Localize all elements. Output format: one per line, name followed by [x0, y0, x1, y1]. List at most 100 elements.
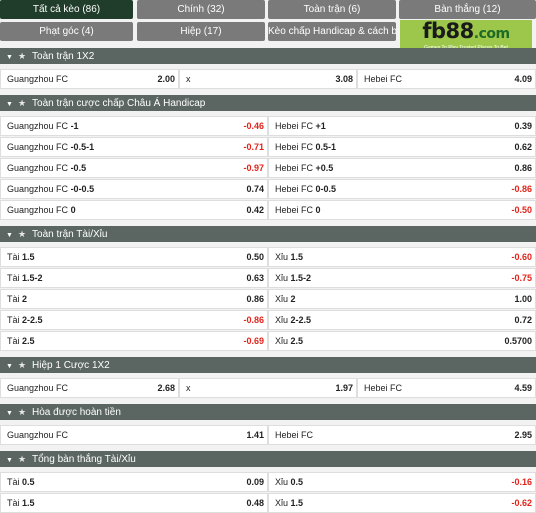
odds-cell[interactable]: Guangzhou FC -0.5-1 -0.71: [0, 137, 268, 157]
selection-name: Xỉu: [275, 477, 289, 487]
collapse-caret-icon[interactable]: ▼: [6, 232, 13, 239]
selection-name: Tài: [7, 498, 20, 508]
favorite-star-icon[interactable]: ★: [18, 360, 26, 370]
odds-value: -0.46: [243, 121, 264, 131]
selection-name: x: [186, 74, 191, 84]
odds-cell[interactable]: Guangzhou FC 0 0.42: [0, 200, 268, 220]
odds-cell[interactable]: Guangzhou FC -0-0.5 0.74: [0, 179, 268, 199]
tab-handicap-margin[interactable]: Kèo chấp Handicap & cách biệt (5): [268, 22, 396, 41]
odds-cell[interactable]: Tài 2-2.5 -0.86: [0, 310, 268, 330]
odds-cell[interactable]: Guangzhou FC -1 -0.46: [0, 116, 268, 136]
odds-row: Tài 2-2.5 -0.86 Xỉu 2-2.5 0.72: [0, 310, 536, 330]
favorite-star-icon[interactable]: ★: [18, 51, 26, 61]
odds-cell[interactable]: Hebei FC 0-0.5 -0.86: [268, 179, 536, 199]
market-section-header[interactable]: ▼ ★ Toàn trận Tài/Xỉu: [0, 226, 536, 242]
odds-cell[interactable]: Tài 1.5-2 0.63: [0, 268, 268, 288]
selection-name: Hebei FC: [275, 205, 314, 215]
logo-brand: fb88.com: [422, 19, 510, 43]
selection-label: Hebei FC: [275, 426, 313, 444]
collapse-caret-icon[interactable]: ▼: [6, 101, 13, 108]
selection-name: Guangzhou FC: [7, 74, 69, 84]
odds-cell[interactable]: Tài 0.5 0.09: [0, 472, 268, 492]
odds-cell[interactable]: Xỉu 2-2.5 0.72: [268, 310, 536, 330]
tab-corners[interactable]: Phạt góc (4): [0, 22, 133, 41]
odds-cell[interactable]: Tài 1.5 0.50: [0, 247, 268, 267]
odds-cell[interactable]: Guangzhou FC 1.41: [0, 425, 268, 445]
selection-name: Xỉu: [275, 252, 289, 262]
odds-cell[interactable]: Guangzhou FC 2.68: [0, 378, 179, 398]
selection-label: Xỉu 2: [275, 290, 296, 308]
market-section-header[interactable]: ▼ ★ Hòa được hoàn tiền: [0, 404, 536, 420]
selection-label: Tài 2-2.5: [7, 311, 43, 329]
odds-cell[interactable]: Xỉu 1.5-2 -0.75: [268, 268, 536, 288]
odds-value: -0.50: [511, 205, 532, 215]
odds-cell[interactable]: Guangzhou FC -0.5 -0.97: [0, 158, 268, 178]
selection-name: Tài: [7, 294, 20, 304]
selection-name: Xỉu: [275, 336, 289, 346]
odds-cell[interactable]: Xỉu 2.5 0.5700: [268, 331, 536, 351]
tab-all-markets[interactable]: Tất cả kèo (86): [0, 0, 133, 19]
market-section-title: Tổng bàn thắng Tài/Xỉu: [32, 454, 136, 465]
odds-cell[interactable]: x 1.97: [179, 378, 357, 398]
favorite-star-icon[interactable]: ★: [18, 407, 26, 417]
selection-name: Xỉu: [275, 315, 289, 325]
selection-label: Guangzhou FC: [7, 70, 68, 88]
odds-cell[interactable]: Hebei FC 0 -0.50: [268, 200, 536, 220]
odds-cell[interactable]: Xỉu 1.5 -0.62: [268, 493, 536, 513]
odds-cell[interactable]: Tài 2 0.86: [0, 289, 268, 309]
handicap-line: 2.5: [22, 336, 35, 346]
odds-cell[interactable]: Xỉu 2 1.00: [268, 289, 536, 309]
odds-value: 0.48: [246, 498, 264, 508]
fb88-logo[interactable]: fb88.com Games To Play Trusted Places To…: [400, 19, 532, 51]
collapse-caret-icon[interactable]: ▼: [6, 410, 13, 417]
favorite-star-icon[interactable]: ★: [18, 454, 26, 464]
odds-cell[interactable]: Hebei FC 0.5-1 0.62: [268, 137, 536, 157]
odds-cell[interactable]: Hebei FC +0.5 0.86: [268, 158, 536, 178]
favorite-star-icon[interactable]: ★: [18, 98, 26, 108]
selection-name: Tài: [7, 336, 20, 346]
odds-value: 2.68: [157, 383, 175, 393]
selection-name: Guangzhou FC: [7, 383, 69, 393]
tab-full-time[interactable]: Toàn trận (6): [268, 0, 396, 19]
handicap-line: 1.5-2: [290, 273, 312, 283]
collapse-caret-icon[interactable]: ▼: [6, 54, 13, 61]
odds-cell[interactable]: Tài 1.5 0.48: [0, 493, 268, 513]
collapse-caret-icon[interactable]: ▼: [6, 363, 13, 370]
market-section-title: Toàn trận 1X2: [32, 51, 95, 62]
tab-goals[interactable]: Bàn thắng (12): [399, 0, 536, 19]
market-section: ▼ ★ Hiệp 1 Cược 1X2 Guangzhou FC 2.68 x 1.97 He…: [0, 357, 536, 398]
odds-value: -0.86: [243, 315, 264, 325]
market-section-header[interactable]: ▼ ★ Toàn trận 1X2: [0, 48, 536, 64]
odds-value: 0.74: [246, 184, 264, 194]
odds-cell[interactable]: Guangzhou FC 2.00: [0, 69, 179, 89]
odds-cell[interactable]: Tài 2.5 -0.69: [0, 331, 268, 351]
handicap-line: 2-2.5: [22, 315, 43, 325]
handicap-line: 0: [315, 205, 321, 215]
odds-cell[interactable]: Xỉu 0.5 -0.16: [268, 472, 536, 492]
odds-cell[interactable]: Hebei FC 4.59: [357, 378, 536, 398]
selection-name: Hebei FC: [364, 383, 403, 393]
odds-value: -0.97: [243, 163, 264, 173]
favorite-star-icon[interactable]: ★: [18, 229, 26, 239]
odds-value: -0.86: [511, 184, 532, 194]
handicap-line: +0.5: [315, 163, 334, 173]
market-section-header[interactable]: ▼ ★ Toàn trận cược chấp Châu Á Handicap: [0, 95, 536, 111]
selection-name: Guangzhou FC: [7, 430, 69, 440]
odds-value: 1.00: [514, 294, 532, 304]
tab-main[interactable]: Chính (32): [137, 0, 265, 19]
market-section: ▼ ★ Hòa được hoàn tiền Guangzhou FC 1.41 Hebe…: [0, 404, 536, 445]
odds-value: 1.41: [246, 430, 264, 440]
market-section-header[interactable]: ▼ ★ Hiệp 1 Cược 1X2: [0, 357, 536, 373]
odds-cell[interactable]: x 3.08: [179, 69, 357, 89]
handicap-line: 1.5: [290, 498, 304, 508]
collapse-caret-icon[interactable]: ▼: [6, 457, 13, 464]
odds-value: 0.86: [246, 294, 264, 304]
handicap-line: -0-0.5: [70, 184, 95, 194]
odds-cell[interactable]: Hebei FC +1 0.39: [268, 116, 536, 136]
tab-halves[interactable]: Hiệp (17): [137, 22, 265, 41]
odds-cell[interactable]: Hebei FC 2.95: [268, 425, 536, 445]
odds-cell[interactable]: Xỉu 1.5 -0.60: [268, 247, 536, 267]
market-section-header[interactable]: ▼ ★ Tổng bàn thắng Tài/Xỉu: [0, 451, 536, 467]
selection-label: x: [186, 70, 191, 88]
odds-cell[interactable]: Hebei FC 4.09: [357, 69, 536, 89]
